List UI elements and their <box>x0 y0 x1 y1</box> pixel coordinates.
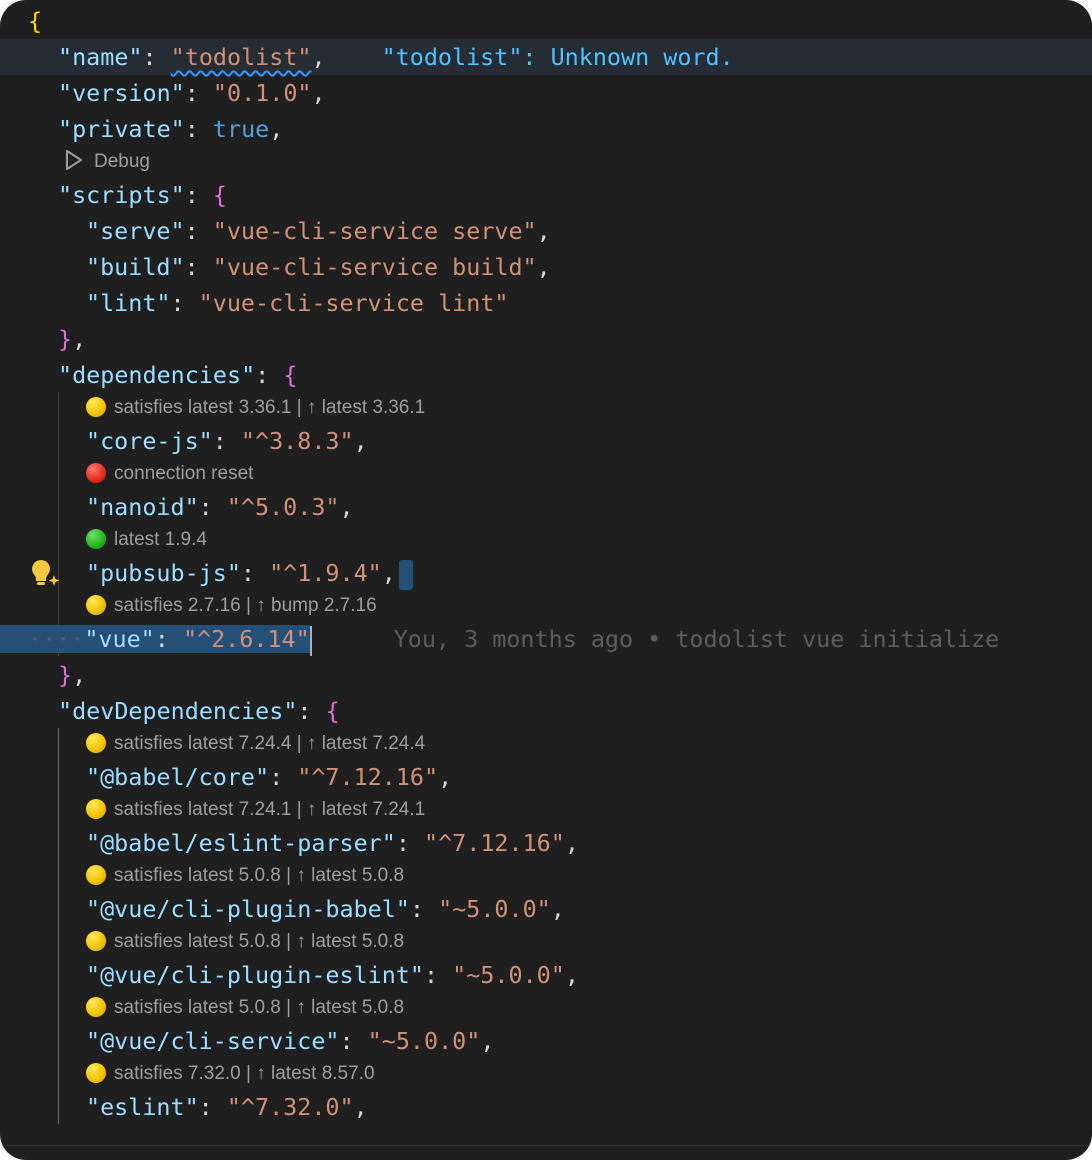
selection-highlight <box>398 559 413 590</box>
dependency-value: "~5.0.0" <box>367 1027 481 1055</box>
play-icon <box>66 150 82 170</box>
dependency-key: "@vue/cli-plugin-babel" <box>86 895 410 923</box>
lens-text: satisfies latest 7.24.1 | ↑ latest 7.24.… <box>114 799 426 820</box>
dependency-line[interactable]: "core-js": "^3.8.3", <box>0 423 1092 459</box>
text-cursor <box>309 625 312 656</box>
script-key: "serve" <box>86 217 185 245</box>
spelling-diagnostic: "todolist": Unknown word. <box>381 43 734 71</box>
editor-bottom-border <box>0 1145 1092 1146</box>
version-lens[interactable]: satisfies latest 5.0.8 | ↑ latest 5.0.8 <box>0 927 1092 957</box>
script-key: "build" <box>86 253 185 281</box>
dependency-key: "pubsub-js" <box>86 559 241 587</box>
version-lens[interactable]: satisfies 2.7.16 | ↑ bump 2.7.16 <box>0 591 1092 621</box>
dependency-value: "^3.8.3" <box>240 427 354 455</box>
lens-text: satisfies latest 5.0.8 | ↑ latest 5.0.8 <box>114 931 405 952</box>
yellow-status-icon <box>86 733 106 753</box>
version-lens[interactable]: satisfies latest 5.0.8 | ↑ latest 5.0.8 <box>0 861 1092 891</box>
script-value: "vue-cli-service build" <box>212 253 537 281</box>
dependency-key: "core-js" <box>86 427 213 455</box>
lens-text: satisfies 2.7.16 | ↑ bump 2.7.16 <box>114 595 377 616</box>
devdependencies-key: "devDependencies" <box>58 697 298 725</box>
script-key: "lint" <box>86 289 171 317</box>
debug-label: Debug <box>94 151 150 172</box>
dependency-value: "^7.32.0" <box>226 1093 354 1121</box>
devdependency-line[interactable]: "@babel/eslint-parser": "^7.12.16", <box>0 825 1092 861</box>
code-line[interactable]: { <box>0 3 1092 39</box>
dependency-line[interactable]: "nanoid": "^5.0.3", <box>0 489 1092 525</box>
script-line[interactable]: "build": "vue-cli-service build", <box>0 249 1092 285</box>
version-lens[interactable]: satisfies latest 5.0.8 | ↑ latest 5.0.8 <box>0 993 1092 1023</box>
dependency-key: "@vue/cli-service" <box>86 1027 340 1055</box>
lens-text: connection reset <box>114 463 254 484</box>
dependency-key: "eslint" <box>86 1093 199 1121</box>
script-value: "vue-cli-service lint" <box>198 289 509 317</box>
dependency-value: "^7.12.16" <box>297 763 439 791</box>
dependency-value: "~5.0.0" <box>452 961 565 989</box>
yellow-status-icon <box>86 997 106 1017</box>
version-lens[interactable]: connection reset <box>0 459 1092 489</box>
lens-text: satisfies latest 7.24.4 | ↑ latest 7.24.… <box>114 733 426 754</box>
yellow-status-icon <box>86 865 106 885</box>
version-lens[interactable]: satisfies latest 3.36.1 | ↑ latest 3.36.… <box>0 393 1092 423</box>
dependency-key: "@vue/cli-plugin-eslint" <box>86 961 424 989</box>
script-line[interactable]: "serve": "vue-cli-service serve", <box>0 213 1092 249</box>
code-line-version[interactable]: "version": "0.1.0", <box>0 75 1092 111</box>
version-lens[interactable]: satisfies 7.32.0 | ↑ latest 8.57.0 <box>0 1059 1092 1089</box>
dependency-key: "nanoid" <box>86 493 199 521</box>
yellow-status-icon <box>86 799 106 819</box>
code-editor[interactable]: { "name": "todolist", "todolist": Unknown… <box>0 0 1092 1160</box>
editor-window: { "name": "todolist", "todolist": Unknown… <box>0 0 1092 1160</box>
version-lens[interactable]: satisfies latest 7.24.4 | ↑ latest 7.24.… <box>0 729 1092 759</box>
script-value: "vue-cli-service serve" <box>212 217 537 245</box>
devdependency-line[interactable]: "@babel/core": "^7.12.16", <box>0 759 1092 795</box>
red-status-icon <box>86 463 106 483</box>
dependencies-key: "dependencies" <box>58 361 256 389</box>
yellow-status-icon <box>86 595 106 615</box>
dependency-line[interactable]: "pubsub-js": "^1.9.4", <box>0 555 1092 591</box>
lens-text: satisfies latest 3.36.1 | ↑ latest 3.36.… <box>114 397 426 418</box>
scripts-key: "scripts" <box>58 181 185 209</box>
name-value: "todolist" <box>170 43 312 71</box>
dependency-value: "~5.0.0" <box>438 895 551 923</box>
version-value: "0.1.0" <box>212 79 312 107</box>
yellow-status-icon <box>86 1063 106 1083</box>
script-line[interactable]: "lint": "vue-cli-service lint" <box>0 285 1092 321</box>
open-brace: { <box>28 7 43 35</box>
dependency-key: "vue" <box>84 625 155 653</box>
dependency-value: "^5.0.3" <box>226 493 340 521</box>
green-status-icon <box>86 529 106 549</box>
dependency-value: "^7.12.16" <box>423 829 565 857</box>
code-line-name[interactable]: "name": "todolist", "todolist": Unknown w… <box>0 39 1092 75</box>
dependency-line-selected[interactable]: ····"vue": "^2.6.14" You, 3 months ago • … <box>0 621 1092 657</box>
dependency-value: "^2.6.14" <box>182 625 310 653</box>
name-key: "name" <box>58 43 143 71</box>
lens-text: satisfies latest 5.0.8 | ↑ latest 5.0.8 <box>114 997 405 1018</box>
dependency-value: "^1.9.4" <box>269 559 382 587</box>
code-line-private[interactable]: "private": true, <box>0 111 1092 147</box>
devdependency-line[interactable]: "eslint": "^7.32.0", <box>0 1089 1092 1125</box>
lens-text: satisfies latest 5.0.8 | ↑ latest 5.0.8 <box>114 865 405 886</box>
code-line[interactable]: }, <box>0 321 1092 357</box>
yellow-status-icon <box>86 397 106 417</box>
version-lens[interactable]: satisfies latest 7.24.1 | ↑ latest 7.24.… <box>0 795 1092 825</box>
code-line-dependencies[interactable]: "dependencies": { <box>0 357 1092 393</box>
lens-text: satisfies 7.32.0 | ↑ latest 8.57.0 <box>114 1063 375 1084</box>
code-line-scripts[interactable]: "scripts": { <box>0 177 1092 213</box>
devdependency-line[interactable]: "@vue/cli-plugin-eslint": "~5.0.0", <box>0 957 1092 993</box>
private-value: true <box>212 115 270 143</box>
devdependency-line[interactable]: "@vue/cli-plugin-babel": "~5.0.0", <box>0 891 1092 927</box>
dependency-key: "@babel/core" <box>86 763 270 791</box>
dependency-key: "@babel/eslint-parser" <box>86 829 396 857</box>
private-key: "private" <box>58 115 185 143</box>
debug-codelens[interactable]: Debug <box>0 147 1092 177</box>
version-key: "version" <box>58 79 185 107</box>
devdependency-line[interactable]: "@vue/cli-service": "~5.0.0", <box>0 1023 1092 1059</box>
yellow-status-icon <box>86 931 106 951</box>
code-line-devdependencies[interactable]: "devDependencies": { <box>0 693 1092 729</box>
code-line[interactable]: }, <box>0 657 1092 693</box>
lens-text: latest 1.9.4 <box>114 529 207 550</box>
git-blame-annotation: You, 3 months ago • todolist vue initial… <box>393 625 1000 653</box>
version-lens[interactable]: latest 1.9.4 <box>0 525 1092 555</box>
